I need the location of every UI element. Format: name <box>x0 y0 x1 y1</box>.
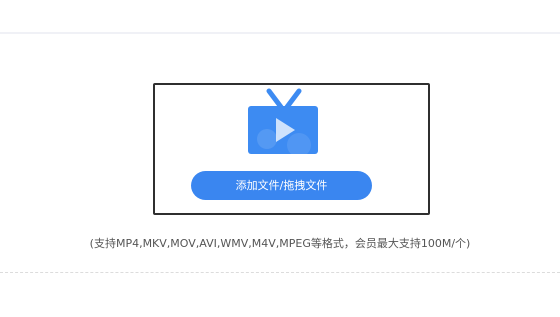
top-bar <box>0 0 560 32</box>
top-divider <box>0 32 560 34</box>
file-drop-zone[interactable]: 添加文件/拖拽文件 <box>153 83 430 215</box>
add-file-button[interactable]: 添加文件/拖拽文件 <box>191 171 372 200</box>
dashed-divider <box>0 272 560 273</box>
supported-formats-hint: (支持MP4,MKV,MOV,AVI,WMV,M4V,MPEG等格式，会员最大支… <box>89 237 471 250</box>
video-tv-icon <box>248 88 318 157</box>
